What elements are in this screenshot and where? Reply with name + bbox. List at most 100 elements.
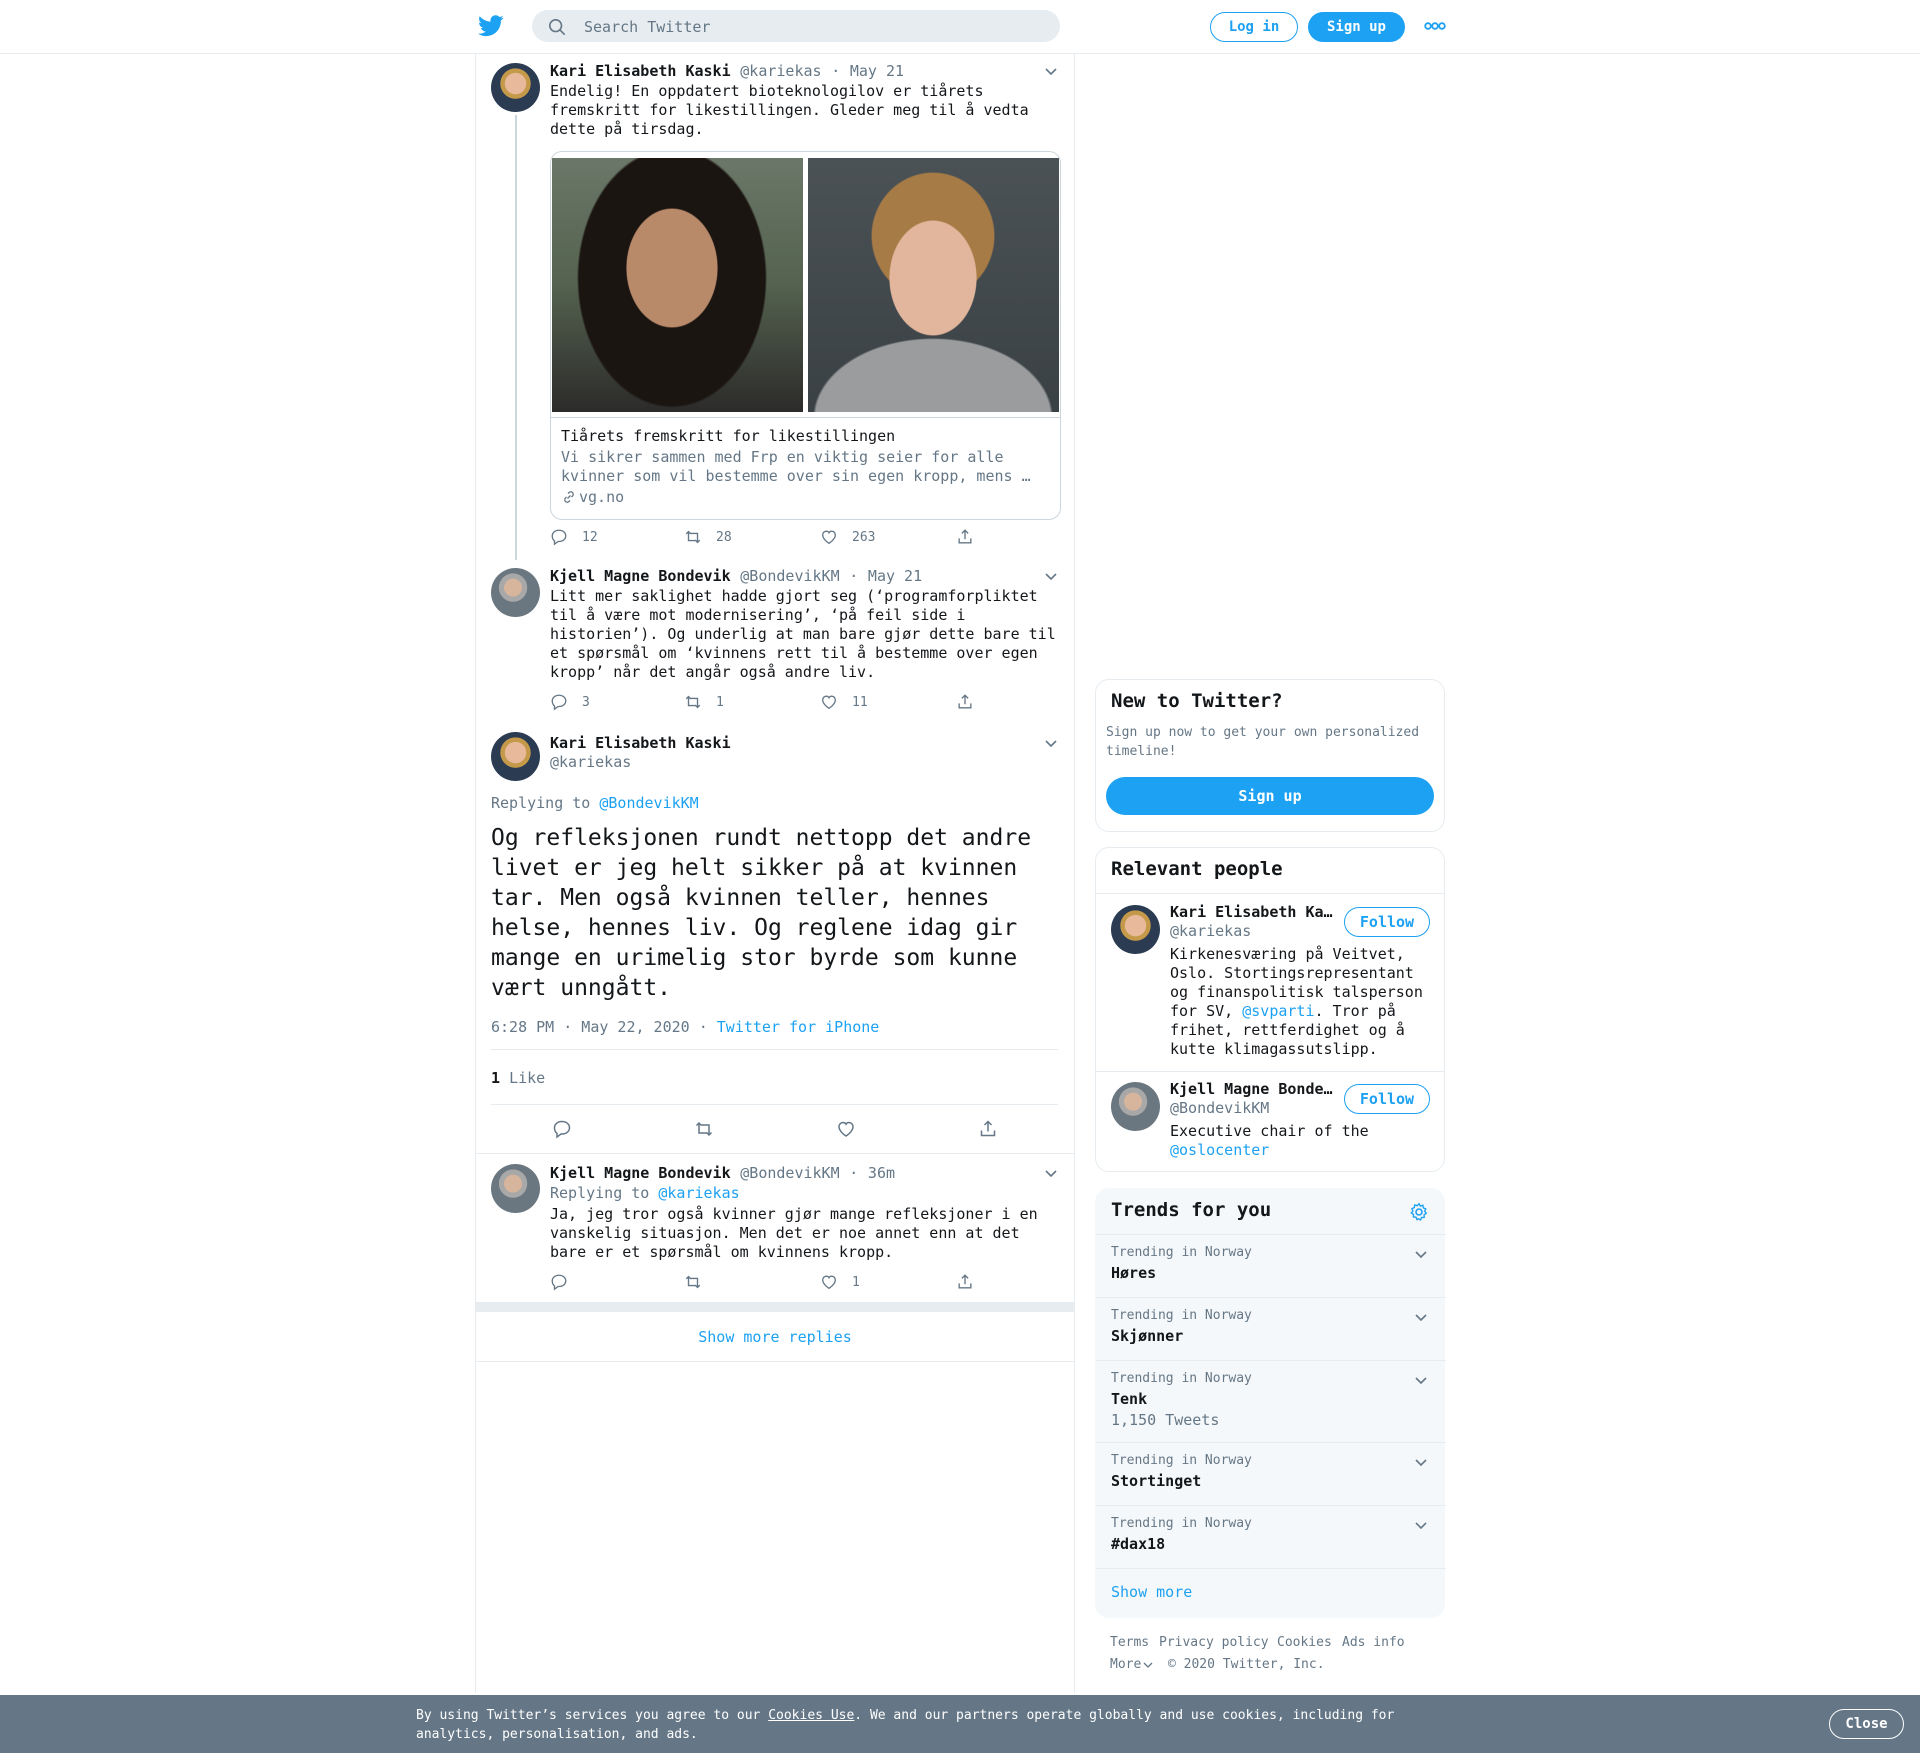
avatar[interactable] bbox=[491, 732, 540, 781]
like-button[interactable]: 1 bbox=[820, 1273, 860, 1291]
divider bbox=[1096, 1071, 1444, 1072]
person-handle[interactable]: @kariekas bbox=[1170, 922, 1251, 940]
follow-button[interactable]: Follow bbox=[1344, 1084, 1430, 1114]
reply-button[interactable]: 12 bbox=[550, 528, 598, 546]
chevron-down-icon[interactable] bbox=[1044, 739, 1058, 749]
search-bar[interactable] bbox=[532, 10, 1060, 44]
retweet-button[interactable]: 28 bbox=[684, 528, 732, 546]
author-name[interactable]: Kjell Magne Bondevik bbox=[550, 567, 731, 585]
person-name[interactable]: Kjell Magne Bonde… bbox=[1170, 1080, 1333, 1098]
divider bbox=[476, 1153, 1074, 1154]
show-more-link[interactable]: Show more bbox=[1111, 1583, 1192, 1601]
chevron-down-icon[interactable] bbox=[1414, 1521, 1428, 1531]
tweet-date[interactable]: May 21 bbox=[868, 567, 922, 585]
chevron-down-icon[interactable] bbox=[1044, 67, 1058, 77]
login-button[interactable]: Log in bbox=[1210, 12, 1298, 42]
author-handle[interactable]: @kariekas bbox=[740, 62, 821, 80]
person-handle[interactable]: @BondevikKM bbox=[1170, 1099, 1269, 1117]
search-input[interactable] bbox=[582, 10, 1046, 44]
like-button[interactable]: 11 bbox=[820, 693, 868, 711]
close-cookie-button[interactable]: Close bbox=[1829, 1709, 1904, 1739]
search-icon bbox=[548, 18, 566, 36]
chevron-down-icon[interactable] bbox=[1414, 1313, 1428, 1323]
footer-ads-link[interactable]: Ads info bbox=[1342, 1635, 1405, 1650]
tweet-metadata: 6:28 PM · May 22, 2020 · Twitter for iPh… bbox=[491, 1018, 880, 1036]
link-card[interactable]: Tiårets fremskritt for likestillingen Vi… bbox=[550, 151, 1061, 520]
tweet-date[interactable]: 36m bbox=[868, 1164, 895, 1182]
avatar[interactable] bbox=[491, 1164, 540, 1213]
twitter-bird-icon[interactable] bbox=[478, 14, 504, 38]
cookies-use-link[interactable]: Cookies Use bbox=[768, 1708, 854, 1723]
footer-privacy-link[interactable]: Privacy policy bbox=[1159, 1635, 1269, 1650]
avatar[interactable] bbox=[491, 568, 540, 617]
chevron-down-icon[interactable] bbox=[1414, 1250, 1428, 1260]
share-button[interactable] bbox=[956, 528, 974, 546]
trend-name: #dax18 bbox=[1111, 1535, 1166, 1553]
avatar[interactable] bbox=[1111, 1082, 1160, 1131]
tweet-source[interactable]: Twitter for iPhone bbox=[717, 1018, 880, 1036]
chevron-down-icon[interactable] bbox=[1414, 1376, 1428, 1386]
sidebar-signup-button[interactable]: Sign up bbox=[1106, 777, 1434, 815]
retweet-icon bbox=[685, 1275, 701, 1289]
trend-item[interactable]: Trending in Norway Stortinget bbox=[1096, 1442, 1446, 1505]
share-button[interactable] bbox=[978, 1119, 998, 1139]
chevron-down-icon bbox=[1143, 1662, 1153, 1668]
author-handle[interactable]: @BondevikKM bbox=[740, 567, 839, 585]
show-more-replies-button[interactable]: Show more replies bbox=[476, 1312, 1074, 1362]
like-button[interactable] bbox=[836, 1119, 856, 1139]
share-icon bbox=[980, 1120, 996, 1137]
author-handle[interactable]: @kariekas bbox=[550, 753, 731, 771]
trend-item[interactable]: Trending in Norway #dax18 bbox=[1096, 1505, 1446, 1568]
reply-button[interactable]: 3 bbox=[550, 693, 590, 711]
author-name[interactable]: Kjell Magne Bondevik bbox=[550, 1164, 731, 1182]
replying-to-link[interactable]: @BondevikKM bbox=[599, 794, 698, 812]
trend-item[interactable]: Trending in Norway Høres bbox=[1096, 1234, 1446, 1297]
retweet-button[interactable]: 1 bbox=[684, 693, 724, 711]
footer-terms-link[interactable]: Terms bbox=[1110, 1635, 1149, 1650]
trend-name: Stortinget bbox=[1111, 1472, 1202, 1490]
chevron-down-icon[interactable] bbox=[1044, 572, 1058, 582]
retweet-button[interactable] bbox=[694, 1119, 714, 1139]
tweet-date[interactable]: May 21 bbox=[850, 62, 904, 80]
like-stats[interactable]: 1 Like bbox=[491, 1069, 545, 1087]
more-icon[interactable] bbox=[1424, 20, 1446, 32]
avatar[interactable] bbox=[491, 63, 540, 112]
retweet-icon bbox=[685, 530, 701, 544]
divider bbox=[491, 1104, 1058, 1105]
author-handle[interactable]: @BondevikKM bbox=[740, 1164, 839, 1182]
footer-cookies-link[interactable]: Cookies bbox=[1277, 1635, 1332, 1650]
separator bbox=[476, 1302, 1074, 1312]
person-bio: Kirkenesværing på Veitvet, Oslo. Stortin… bbox=[1170, 945, 1423, 1058]
reply-count: 3 bbox=[582, 694, 590, 710]
top-bar: Log in Sign up bbox=[0, 0, 1920, 54]
person-name[interactable]: Kari Elisabeth Ka… bbox=[1170, 903, 1333, 921]
share-button[interactable] bbox=[956, 1273, 974, 1291]
chevron-down-icon[interactable] bbox=[1414, 1458, 1428, 1468]
signup-button[interactable]: Sign up bbox=[1308, 12, 1405, 42]
trend-item[interactable]: Trending in Norway Tenk 1,150 Tweets bbox=[1096, 1360, 1446, 1442]
avatar[interactable] bbox=[1111, 905, 1160, 954]
trends-show-more[interactable]: Show more bbox=[1096, 1568, 1446, 1618]
tweet-timestamp[interactable]: 6:28 PM · May 22, 2020 bbox=[491, 1018, 690, 1036]
footer-more-link[interactable]: More bbox=[1110, 1657, 1153, 1672]
cookie-text: By using Twitter’s services you agree to… bbox=[416, 1708, 1395, 1742]
reply-button[interactable] bbox=[552, 1119, 572, 1139]
bio-link[interactable]: @oslocenter bbox=[1170, 1141, 1440, 1160]
bio-link[interactable]: @svparti bbox=[1242, 1002, 1314, 1020]
settings-gear-icon[interactable] bbox=[1409, 1202, 1429, 1222]
author-name[interactable]: Kari Elisabeth Kaski bbox=[550, 62, 731, 80]
chevron-down-icon[interactable] bbox=[1044, 1169, 1058, 1179]
retweet-button[interactable] bbox=[684, 1273, 702, 1291]
trend-item[interactable]: Trending in Norway Skjønner bbox=[1096, 1297, 1446, 1360]
like-count: 11 bbox=[852, 694, 868, 710]
like-label: Like bbox=[509, 1069, 546, 1087]
share-button[interactable] bbox=[956, 693, 974, 711]
reply-button[interactable] bbox=[550, 1273, 568, 1291]
tweet-text: Ja, jeg tror også kvinner gjør mange ref… bbox=[550, 1205, 1038, 1261]
author-name[interactable]: Kari Elisabeth Kaski bbox=[550, 734, 731, 752]
follow-button[interactable]: Follow bbox=[1344, 907, 1430, 937]
reply-count: 12 bbox=[582, 529, 598, 545]
replying-to-link[interactable]: @kariekas bbox=[658, 1184, 739, 1202]
like-button[interactable]: 263 bbox=[820, 528, 875, 546]
heart-icon bbox=[838, 1121, 854, 1137]
